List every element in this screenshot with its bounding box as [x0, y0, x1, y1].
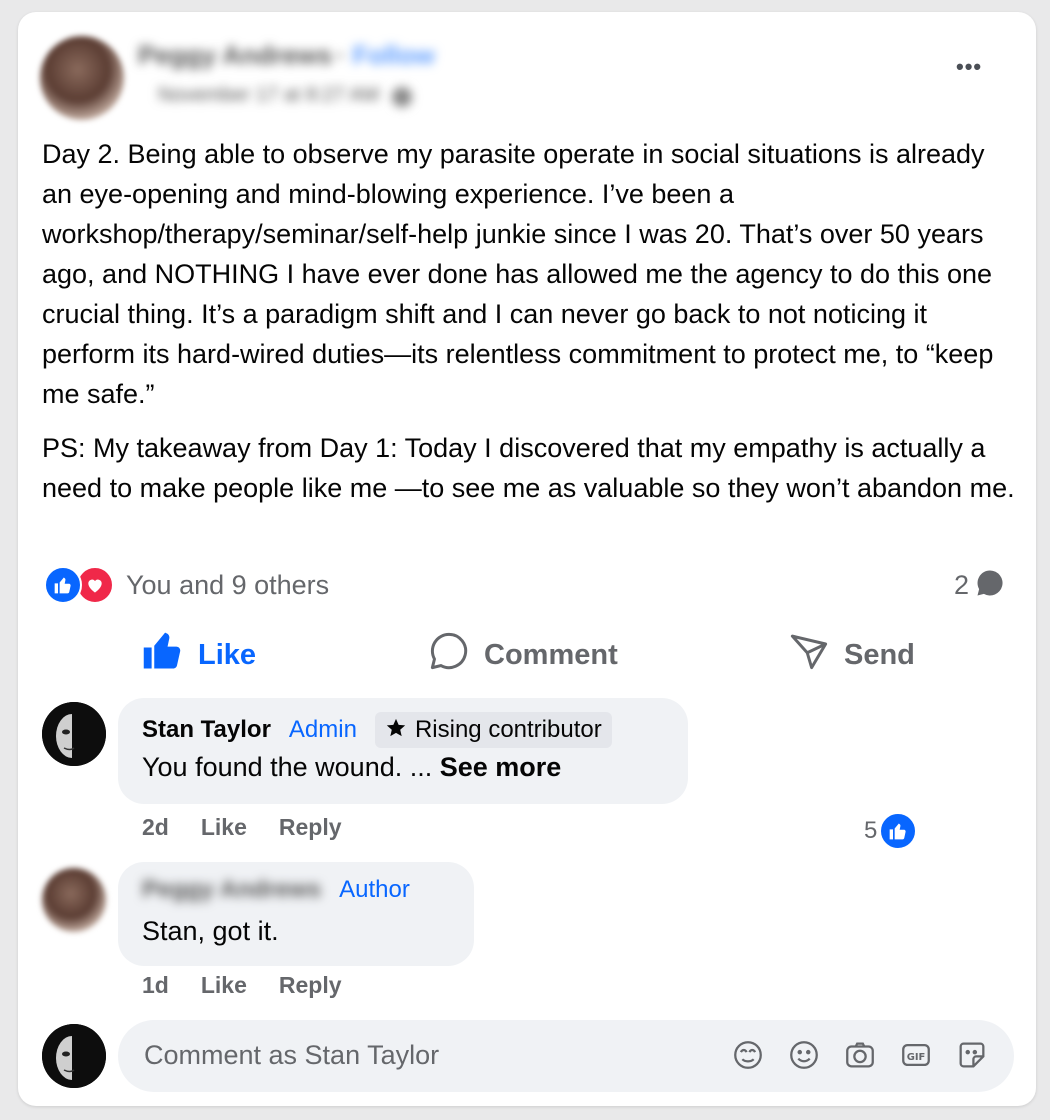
face-portrait-icon	[42, 702, 106, 766]
send-button[interactable]: Send	[788, 630, 915, 680]
rising-contributor-badge[interactable]: Rising contributor	[374, 712, 612, 748]
comment-text: You found the wound. ...	[142, 752, 440, 782]
comment-meta: 1d Like Reply	[142, 972, 342, 999]
thumbs-up-icon	[142, 630, 184, 680]
svg-text:GIF: GIF	[907, 1052, 926, 1063]
badge-label: Rising contributor	[414, 716, 602, 743]
like-reaction-icon	[44, 566, 82, 604]
emoji-icon[interactable]	[786, 1037, 822, 1073]
commenter-name[interactable]: Stan Taylor	[142, 716, 271, 744]
post-card: Peggy Andrews · Follow November 17 at 8:…	[18, 12, 1036, 1106]
comment-time[interactable]: 2d	[142, 814, 169, 841]
comment-like-count-value: 5	[864, 817, 878, 844]
send-icon	[788, 630, 830, 680]
comment-like-button[interactable]: Like	[201, 972, 247, 999]
composer-placeholder: Comment as Stan Taylor	[144, 1040, 440, 1070]
comment-bubble: Stan Taylor Admin Rising contributor You…	[118, 698, 688, 804]
see-more-link[interactable]: See more	[440, 752, 562, 782]
composer-avatar[interactable]	[42, 1024, 106, 1088]
commenter-name[interactable]: Peggy Andrews	[142, 876, 321, 904]
author-badge[interactable]: Author	[339, 876, 410, 904]
post-paragraph: Day 2. Being able to observe my parasite…	[42, 139, 994, 409]
post-timestamp[interactable]: November 17 at 8:27 AM	[158, 84, 379, 106]
gif-icon[interactable]: GIF	[898, 1037, 934, 1073]
camera-icon[interactable]	[842, 1037, 878, 1073]
comment-meta: 2d Like Reply	[142, 814, 342, 841]
comment-reply-button[interactable]: Reply	[279, 972, 342, 999]
audience-icon	[391, 86, 412, 107]
face-portrait-icon	[42, 1024, 106, 1088]
post-header: Peggy Andrews · Follow	[138, 40, 435, 70]
like-button[interactable]: Like	[142, 630, 256, 680]
like-label: Like	[198, 638, 257, 671]
comment-count[interactable]: 2	[954, 568, 1005, 603]
comment-bubble-icon	[975, 568, 1005, 603]
more-options-button[interactable]: •••	[956, 54, 982, 80]
author-name[interactable]: Peggy Andrews	[138, 40, 332, 70]
post-paragraph: PS: My takeaway from Day 1: Today I disc…	[42, 433, 1015, 503]
comment-count-value: 2	[954, 570, 970, 600]
comment-icon	[428, 630, 470, 680]
comment-button[interactable]: Comment	[428, 630, 618, 680]
admin-badge[interactable]: Admin	[285, 716, 361, 744]
reactions-row[interactable]: You and 9 others	[44, 566, 329, 604]
comment-bubble: Peggy Andrews Author Stan, got it.	[118, 862, 474, 966]
comment-like-button[interactable]: Like	[201, 814, 247, 841]
comment-text: Stan, got it.	[142, 916, 279, 946]
more-icon: •••	[956, 54, 983, 79]
commenter-avatar[interactable]	[42, 702, 106, 766]
comment-reply-button[interactable]: Reply	[279, 814, 342, 841]
post-body: Day 2. Being able to observe my parasite…	[42, 134, 1022, 522]
comment-like-count[interactable]: 5	[864, 812, 918, 850]
reactions-summary[interactable]: You and 9 others	[126, 570, 329, 601]
like-reaction-icon	[879, 812, 918, 850]
comment-time[interactable]: 1d	[142, 972, 169, 999]
send-label: Send	[844, 638, 915, 671]
commenter-avatar[interactable]	[42, 868, 106, 932]
comment-label: Comment	[484, 638, 618, 671]
sticker-icon[interactable]	[954, 1037, 990, 1073]
post-timestamp-row: November 17 at 8:27 AM	[158, 84, 412, 107]
comment-composer[interactable]: Comment as Stan Taylor GIF	[118, 1020, 1014, 1092]
author-avatar[interactable]	[40, 36, 124, 120]
star-icon	[385, 717, 407, 744]
avatar-sticker-icon[interactable]	[730, 1037, 766, 1073]
follow-link[interactable]: Follow	[352, 40, 434, 70]
